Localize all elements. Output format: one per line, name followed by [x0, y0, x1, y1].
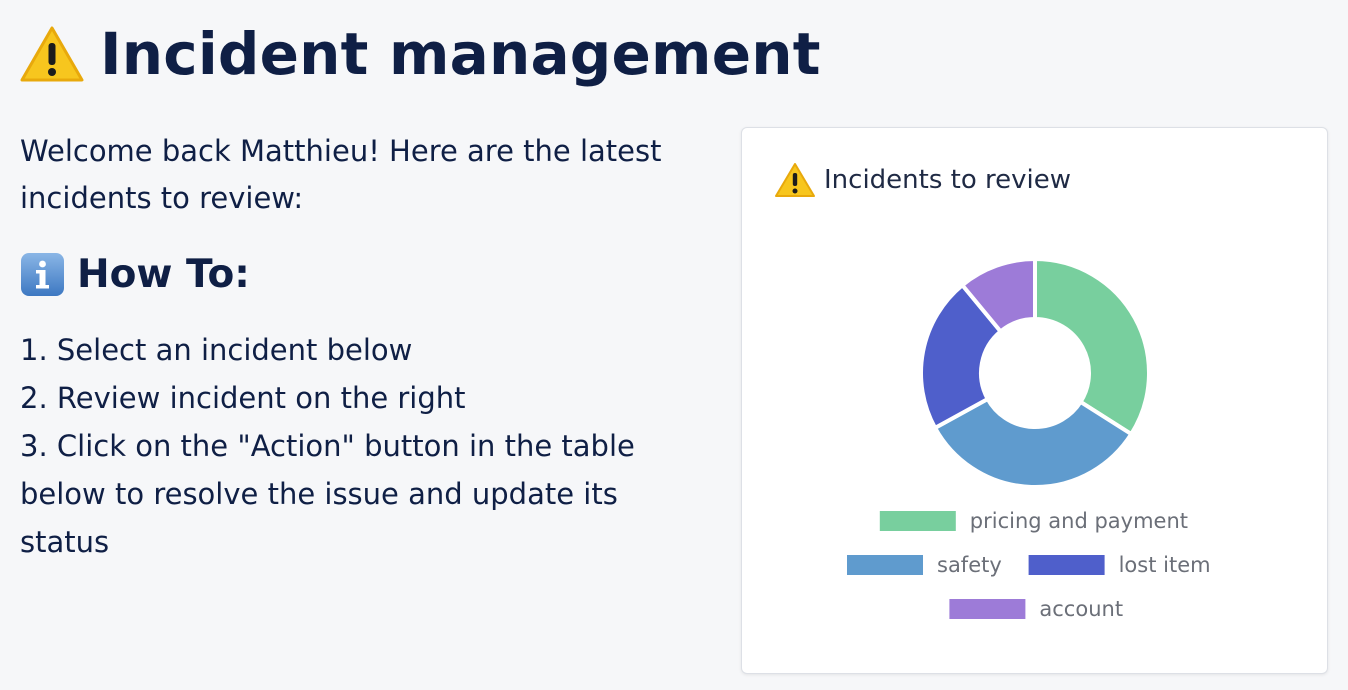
howto-heading-text: How To:: [77, 252, 250, 297]
info-icon: [21, 253, 64, 296]
legend-item[interactable]: lost item: [1028, 553, 1211, 577]
howto-step: 1. Select an incident below: [20, 333, 413, 367]
legend-item[interactable]: pricing and payment: [879, 509, 1188, 533]
page: Incident management Welcome back Matthie…: [0, 0, 1348, 690]
legend-swatch: [1028, 555, 1105, 575]
page-title-text: Incident management: [100, 20, 821, 88]
legend-item[interactable]: safety: [847, 553, 1002, 577]
incidents-chart-card: Incidents to review pricing and payment s…: [741, 127, 1328, 674]
legend-label: safety: [937, 553, 1002, 577]
legend-swatch: [879, 511, 956, 531]
legend-swatch: [949, 599, 1026, 619]
warning-icon: [20, 26, 84, 82]
legend-label: lost item: [1119, 553, 1211, 577]
page-title: Incident management: [20, 14, 821, 94]
donut-chart: pricing and payment safety lost item accoun…: [847, 256, 1211, 621]
welcome-text: Welcome back Matthieu! Here are the late…: [20, 134, 662, 215]
legend-swatch: [847, 555, 923, 575]
legend-label: pricing and payment: [970, 509, 1188, 533]
howto-step: 2. Review incident on the right: [20, 381, 466, 415]
howto-heading: How To:: [20, 252, 250, 297]
howto-step: 3. Click on the "Action" button in the t…: [20, 429, 635, 559]
legend-item[interactable]: account: [949, 597, 1123, 621]
howto-steps: 1. Select an incident below 2. Review in…: [20, 326, 700, 566]
legend-label: account: [1039, 597, 1123, 621]
